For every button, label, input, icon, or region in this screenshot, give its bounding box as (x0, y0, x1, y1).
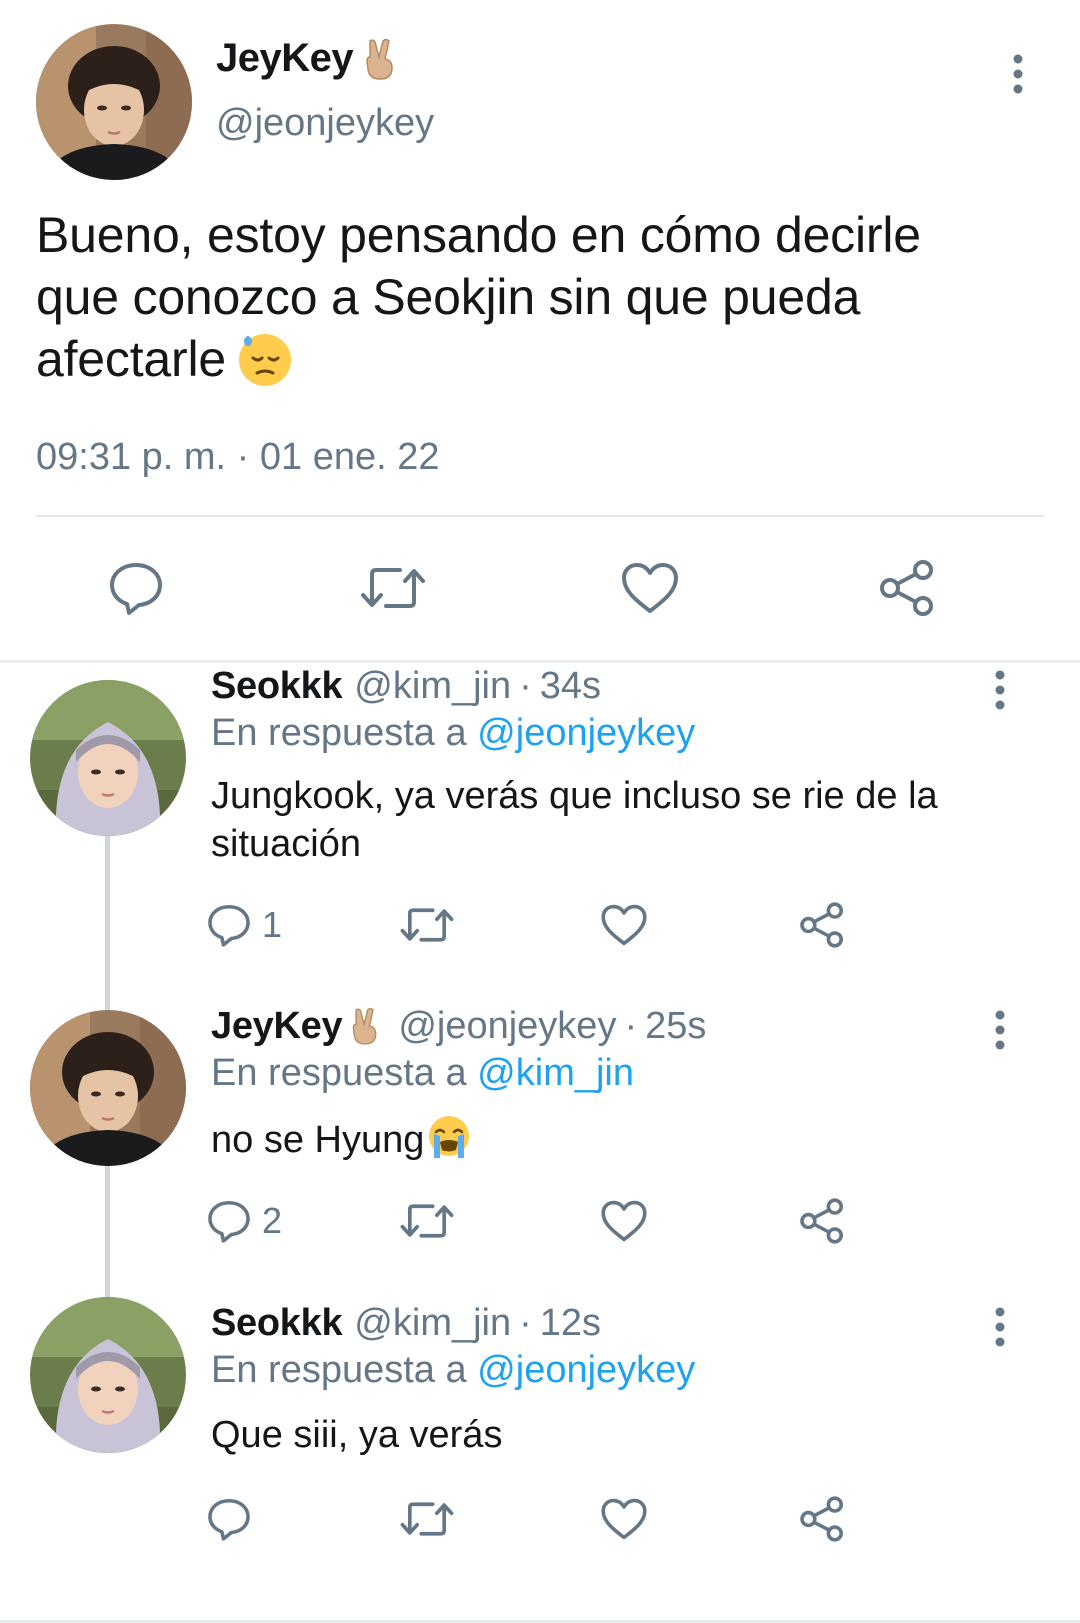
mention-link[interactable]: @jeonjeykey (477, 1349, 695, 1391)
heart-icon (601, 1200, 647, 1242)
tweet-text-line: Bueno, estoy pensando en cómo decirle (36, 207, 921, 263)
avatar-seokkk[interactable] (30, 1297, 186, 1453)
reply-text-line: situación (211, 823, 361, 865)
reply-context: En respuesta a @jeonjeykey (211, 1349, 695, 1392)
reply-text: Que siii, ya verás (211, 1411, 1011, 1459)
author-name[interactable]: Seokkk (211, 1302, 343, 1345)
separator-dot: · (624, 1004, 638, 1047)
reply-button[interactable] (206, 1491, 262, 1547)
separator-dot: · (519, 1301, 532, 1344)
reply-icon (208, 1200, 250, 1243)
reply-actions: 1 (0, 897, 1080, 953)
reply-time[interactable]: 34s (540, 665, 601, 708)
reply-header: Seokkk @kim_jin · 12s (211, 1297, 601, 1349)
share-icon (800, 1496, 843, 1542)
sweat-face-emoji-icon (236, 330, 294, 388)
tweet-text-line: afectarle (36, 328, 1046, 390)
reply-tweet: Seokkk @kim_jin · 12s En respuesta a @je… (0, 1295, 1080, 1620)
like-button[interactable] (600, 1193, 648, 1249)
avatar-jeykey[interactable] (30, 1010, 186, 1166)
share-icon (800, 902, 843, 948)
reply-icon (208, 904, 250, 947)
reply-header: JeyKey @jeonjeykey · 25s (211, 1000, 706, 1052)
like-button[interactable] (617, 555, 683, 621)
reply-time[interactable]: 12s (540, 1302, 601, 1345)
reply-context: En respuesta a @jeonjeykey (211, 712, 695, 755)
divider (36, 515, 1044, 517)
victory-hand-icon (348, 1006, 382, 1046)
author-handle[interactable]: @jeonjeykey (398, 1005, 616, 1048)
author-name-row: JeyKey (216, 36, 399, 81)
mention-link[interactable]: @jeonjeykey (477, 712, 695, 754)
more-vertical-icon (995, 670, 1005, 710)
reply-actions: 2 (0, 1193, 1080, 1249)
reply-context-label: En respuesta a (211, 1052, 467, 1094)
like-button[interactable] (600, 897, 648, 953)
more-vertical-icon (1013, 54, 1023, 94)
author-handle[interactable]: @kim_jin (354, 665, 511, 708)
main-tweet: JeyKey @jeonjeykey Bueno, estoy pensando… (0, 0, 1080, 665)
share-icon (800, 1198, 843, 1244)
avatar-jeykey[interactable] (36, 24, 192, 180)
reply-text-segment: no se Hyung (211, 1119, 425, 1161)
reply-text: Jungkook, ya verás que incluso se rie de… (211, 772, 1011, 868)
reply-tweet: Seokkk @kim_jin · 34s En respuesta a @je… (0, 660, 1080, 1000)
more-options-button[interactable] (998, 44, 1038, 104)
share-icon (880, 560, 933, 616)
reply-icon (110, 563, 162, 615)
more-options-button[interactable] (980, 1297, 1020, 1357)
tweet-actions (0, 555, 1080, 621)
retweet-button[interactable] (400, 897, 454, 953)
share-button[interactable] (798, 897, 846, 953)
victory-hand-icon (361, 37, 399, 81)
retweet-button[interactable] (360, 555, 426, 621)
retweet-icon (400, 1502, 454, 1536)
mention-link[interactable]: @kim_jin (477, 1052, 634, 1094)
reply-context-label: En respuesta a (211, 1349, 467, 1391)
share-button[interactable] (874, 555, 940, 621)
more-options-button[interactable] (980, 1000, 1020, 1060)
reply-header: Seokkk @kim_jin · 34s (211, 660, 601, 712)
tweet-text-line: que conozco a Seokjin sin que pueda (36, 269, 861, 325)
author-handle[interactable]: @kim_jin (354, 1302, 511, 1345)
reply-time[interactable]: 25s (645, 1005, 706, 1048)
reply-context-label: En respuesta a (211, 712, 467, 754)
tweet-text: Bueno, estoy pensando en cómo decirle qu… (36, 204, 1046, 390)
author-name[interactable]: Seokkk (211, 665, 343, 708)
tweet-timestamp: 09:31 p. m. · 01 ene. 22 (36, 436, 440, 478)
reply-tweet: JeyKey @jeonjeykey · 25s En respuesta a … (0, 1000, 1080, 1295)
tweet-text-segment: afectarle (36, 331, 226, 387)
share-button[interactable] (798, 1193, 846, 1249)
author-name[interactable]: JeyKey (211, 1005, 343, 1048)
reply-text: no se Hyung (211, 1114, 1011, 1164)
like-button[interactable] (600, 1491, 648, 1547)
reply-button[interactable]: 1 (206, 897, 282, 953)
avatar-seokkk[interactable] (30, 680, 186, 836)
more-vertical-icon (995, 1307, 1005, 1347)
retweet-icon (400, 908, 454, 942)
author-handle[interactable]: @jeonjeykey (216, 102, 434, 145)
more-vertical-icon (995, 1010, 1005, 1050)
reply-actions (0, 1491, 1080, 1547)
retweet-button[interactable] (400, 1491, 454, 1547)
heart-icon (622, 563, 678, 613)
heart-icon (601, 1498, 647, 1540)
retweet-icon (361, 568, 425, 608)
reply-count: 2 (262, 1200, 283, 1241)
separator-dot: · (519, 664, 532, 707)
share-button[interactable] (798, 1491, 846, 1547)
reply-icon (208, 1498, 250, 1541)
reply-context: En respuesta a @kim_jin (211, 1052, 634, 1095)
crying-face-emoji-icon (426, 1114, 472, 1160)
retweet-button[interactable] (400, 1193, 454, 1249)
reply-text-segment: Que siii, ya verás (211, 1414, 503, 1456)
reply-text-line: Jungkook, ya verás que incluso se rie de… (211, 775, 938, 817)
author-name[interactable]: JeyKey (216, 36, 354, 81)
reply-button[interactable] (103, 555, 169, 621)
reply-button[interactable]: 2 (206, 1193, 282, 1249)
more-options-button[interactable] (980, 660, 1020, 720)
reply-count: 1 (262, 904, 283, 945)
heart-icon (601, 904, 647, 946)
retweet-icon (400, 1204, 454, 1238)
